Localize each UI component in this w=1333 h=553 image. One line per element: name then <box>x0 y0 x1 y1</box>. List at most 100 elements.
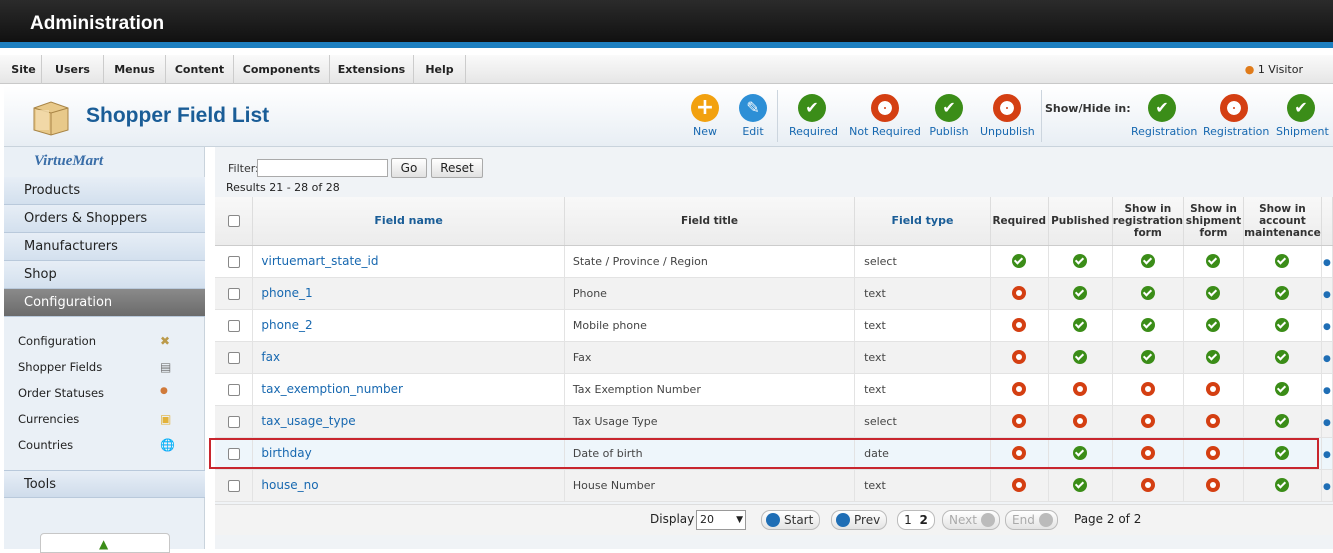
check-icon[interactable] <box>1140 254 1155 268</box>
check-icon[interactable] <box>1275 414 1290 428</box>
display-select[interactable]: 20 ▼ <box>696 510 746 530</box>
reset-button[interactable]: Reset <box>431 158 483 178</box>
menu-components[interactable]: Components <box>234 55 330 84</box>
page-1-link[interactable]: 1 <box>904 513 912 527</box>
table-row[interactable]: phone_2 Mobile phone text ● <box>215 309 1333 342</box>
row-checkbox[interactable] <box>227 351 240 364</box>
cancel-icon[interactable] <box>1073 414 1088 428</box>
row-checkbox[interactable] <box>227 255 240 268</box>
check-icon[interactable] <box>1140 350 1155 364</box>
not-required-button[interactable]: Not Required <box>847 94 923 138</box>
field-name-link[interactable]: tax_exemption_number <box>252 373 565 406</box>
table-row[interactable]: tax_usage_type Tax Usage Type select ● <box>215 405 1333 438</box>
row-checkbox[interactable] <box>227 415 240 428</box>
check-icon[interactable] <box>1275 254 1290 268</box>
menu-site[interactable]: Site <box>6 55 42 84</box>
cancel-icon[interactable] <box>1206 382 1221 396</box>
hide-registration-button[interactable]: Registration <box>1203 94 1269 138</box>
table-row[interactable]: birthday Date of birth date ● <box>215 437 1333 470</box>
cancel-icon[interactable] <box>1073 382 1088 396</box>
check-icon[interactable] <box>1275 350 1290 364</box>
field-name-link[interactable]: house_no <box>252 469 565 502</box>
check-icon[interactable] <box>1073 446 1088 460</box>
cancel-icon[interactable] <box>1012 446 1027 460</box>
header-field-type[interactable]: Field type <box>854 197 991 246</box>
cancel-icon[interactable] <box>1012 286 1027 300</box>
check-icon[interactable] <box>1140 318 1155 332</box>
table-row[interactable]: virtuemart_state_id State / Province / Re… <box>215 245 1333 278</box>
check-icon[interactable] <box>1275 382 1290 396</box>
cancel-icon[interactable] <box>1012 350 1027 364</box>
menu-help[interactable]: Help <box>414 55 466 84</box>
table-row[interactable]: house_no House Number text ● <box>215 469 1333 502</box>
field-name-link[interactable]: fax <box>252 341 565 374</box>
sidebar-item-tools[interactable]: Tools <box>4 470 205 498</box>
header-field-title[interactable]: Field title <box>564 197 856 246</box>
header-registration[interactable]: Show in registration form <box>1112 197 1184 246</box>
check-icon[interactable] <box>1275 478 1290 492</box>
menu-extensions[interactable]: Extensions <box>330 55 414 84</box>
cancel-icon[interactable] <box>1206 478 1221 492</box>
prev-button[interactable]: Prev <box>831 510 888 530</box>
check-icon[interactable] <box>1073 318 1088 332</box>
menu-menus[interactable]: Menus <box>104 55 166 84</box>
check-icon[interactable] <box>1073 254 1088 268</box>
cancel-icon[interactable] <box>1140 478 1155 492</box>
row-checkbox[interactable] <box>227 479 240 492</box>
unpublish-button[interactable]: Unpublish <box>980 94 1035 138</box>
row-checkbox[interactable] <box>227 319 240 332</box>
subnav-countries[interactable]: Countries 🌐 <box>18 438 193 458</box>
filter-input[interactable] <box>257 159 388 177</box>
check-icon[interactable] <box>1275 286 1290 300</box>
cancel-icon[interactable] <box>1140 446 1155 460</box>
header-field-name[interactable]: Field name <box>252 197 565 246</box>
cancel-icon[interactable] <box>1012 318 1027 332</box>
table-row[interactable]: tax_exemption_number Tax Exemption Number… <box>215 373 1333 406</box>
check-icon[interactable] <box>1206 350 1221 364</box>
sidebar-item-manufacturers[interactable]: Manufacturers <box>4 233 205 261</box>
check-icon[interactable] <box>1073 350 1088 364</box>
menu-content[interactable]: Content <box>166 55 234 84</box>
new-button[interactable]: + New <box>689 94 721 138</box>
sidebar-item-configuration[interactable]: Configuration <box>4 289 205 317</box>
field-name-link[interactable]: tax_usage_type <box>252 405 565 438</box>
subnav-shopper-fields[interactable]: Shopper Fields ▤ <box>18 360 193 380</box>
row-checkbox[interactable] <box>227 447 240 460</box>
subnav-configuration[interactable]: Configuration ✖ <box>18 334 193 354</box>
header-published[interactable]: Published <box>1048 197 1113 246</box>
check-icon[interactable] <box>1206 254 1221 268</box>
cancel-icon[interactable] <box>1140 382 1155 396</box>
cancel-icon[interactable] <box>1012 414 1027 428</box>
show-shipment-button[interactable]: ✔ Shipment <box>1276 94 1329 138</box>
check-icon[interactable] <box>1206 286 1221 300</box>
check-icon[interactable] <box>1275 318 1290 332</box>
field-name-link[interactable]: virtuemart_state_id <box>252 245 565 278</box>
header-required[interactable]: Required <box>990 197 1049 246</box>
check-icon[interactable] <box>1073 286 1088 300</box>
check-icon[interactable] <box>1206 318 1221 332</box>
sidebar-item-shop[interactable]: Shop <box>4 261 205 289</box>
field-name-link[interactable]: phone_1 <box>252 277 565 310</box>
sidebar-item-orders-shoppers[interactable]: Orders & Shoppers <box>4 205 205 233</box>
check-icon[interactable] <box>1073 478 1088 492</box>
go-button[interactable]: Go <box>391 158 427 178</box>
show-registration-button[interactable]: ✔ Registration <box>1131 94 1197 138</box>
table-row[interactable]: phone_1 Phone text ● <box>215 277 1333 310</box>
row-checkbox[interactable] <box>227 383 240 396</box>
field-name-link[interactable]: birthday <box>252 437 565 470</box>
check-icon[interactable] <box>1012 254 1027 268</box>
table-row[interactable]: fax Fax text ● <box>215 341 1333 374</box>
subnav-currencies[interactable]: Currencies ▣ <box>18 412 193 432</box>
publish-button[interactable]: ✔ Publish <box>929 94 969 138</box>
next-button[interactable]: Next <box>942 510 1000 530</box>
check-icon[interactable] <box>1140 286 1155 300</box>
header-account[interactable]: Show in account maintenance <box>1243 197 1322 246</box>
field-name-link[interactable]: phone_2 <box>252 309 565 342</box>
end-button[interactable]: End <box>1005 510 1058 530</box>
check-icon[interactable] <box>1275 446 1290 460</box>
row-checkbox[interactable] <box>227 287 240 300</box>
cancel-icon[interactable] <box>1206 446 1221 460</box>
cancel-icon[interactable] <box>1206 414 1221 428</box>
sidebar-item-products[interactable]: Products <box>4 177 205 205</box>
cancel-icon[interactable] <box>1012 478 1027 492</box>
